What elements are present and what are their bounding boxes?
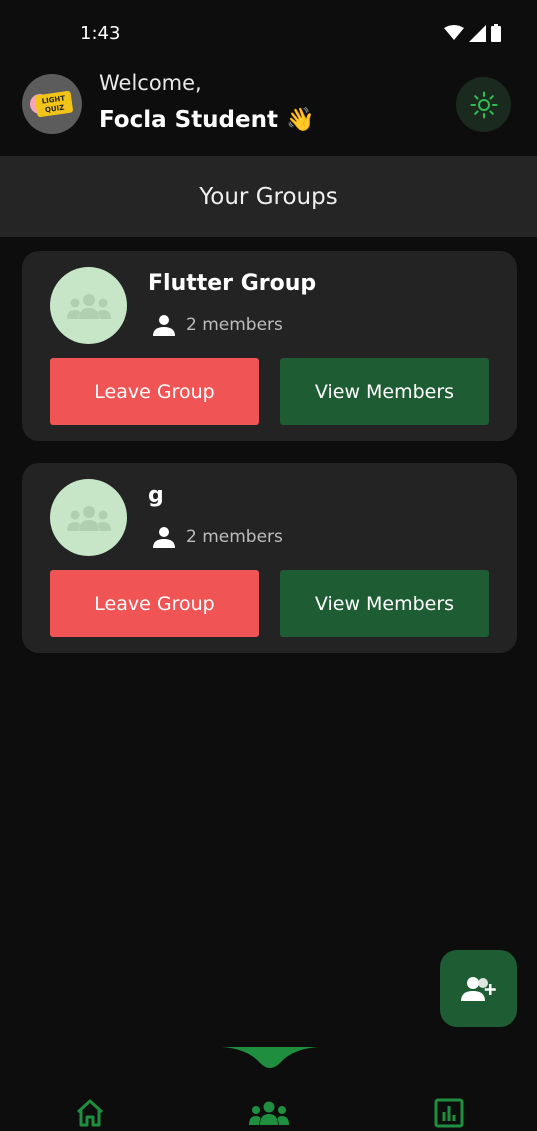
wifi-icon xyxy=(444,25,464,40)
add-member-fab[interactable] xyxy=(440,950,517,1027)
theme-toggle-button[interactable] xyxy=(456,77,511,132)
bottom-nav xyxy=(0,1045,537,1131)
group-avatar xyxy=(50,479,127,556)
member-count: 2 members xyxy=(152,313,283,337)
member-count-text: 2 members xyxy=(186,315,283,335)
add-person-icon xyxy=(460,976,496,1001)
status-icons xyxy=(444,24,501,42)
groups-icon xyxy=(249,1101,289,1125)
screen: 1:43 LIGHT QUIZ Welcome, Focla Student 👋… xyxy=(0,0,537,1131)
member-count-text: 2 members xyxy=(186,527,283,547)
nav-active-indicator xyxy=(222,1047,318,1068)
status-bar: 1:43 xyxy=(0,0,537,68)
battery-icon xyxy=(491,24,501,42)
light-quiz-logo: LIGHT QUIZ xyxy=(30,90,73,118)
group-avatar xyxy=(50,267,127,344)
group-name: Flutter Group xyxy=(148,271,317,296)
username: Focla Student 👋 xyxy=(99,107,315,133)
view-members-button[interactable]: View Members xyxy=(280,570,489,637)
member-count: 2 members xyxy=(152,525,283,549)
leave-group-button[interactable]: Leave Group xyxy=(50,570,259,637)
person-icon xyxy=(153,527,175,548)
leave-group-button[interactable]: Leave Group xyxy=(50,358,259,425)
page-title-bar: Your Groups xyxy=(0,156,537,237)
signal-icon xyxy=(469,24,486,42)
view-members-button[interactable]: View Members xyxy=(280,358,489,425)
group-card: Flutter Group 2 members Leave Group View… xyxy=(22,251,517,441)
home-icon xyxy=(76,1099,104,1127)
person-icon xyxy=(153,315,175,336)
groups-icon xyxy=(66,505,111,531)
header: LIGHT QUIZ Welcome, Focla Student 👋 xyxy=(0,68,537,156)
nav-home[interactable] xyxy=(70,1095,110,1131)
nav-groups[interactable] xyxy=(249,1095,289,1131)
groups-icon xyxy=(66,293,111,319)
status-time: 1:43 xyxy=(80,23,121,44)
sun-icon xyxy=(470,91,497,118)
nav-stats[interactable] xyxy=(429,1095,469,1131)
page-title: Your Groups xyxy=(199,183,338,210)
stats-icon xyxy=(434,1098,464,1128)
group-name: g xyxy=(148,483,164,508)
group-card: g 2 members Leave Group View Members xyxy=(22,463,517,653)
avatar[interactable]: LIGHT QUIZ xyxy=(22,74,82,134)
welcome-text: Welcome, xyxy=(99,71,202,95)
